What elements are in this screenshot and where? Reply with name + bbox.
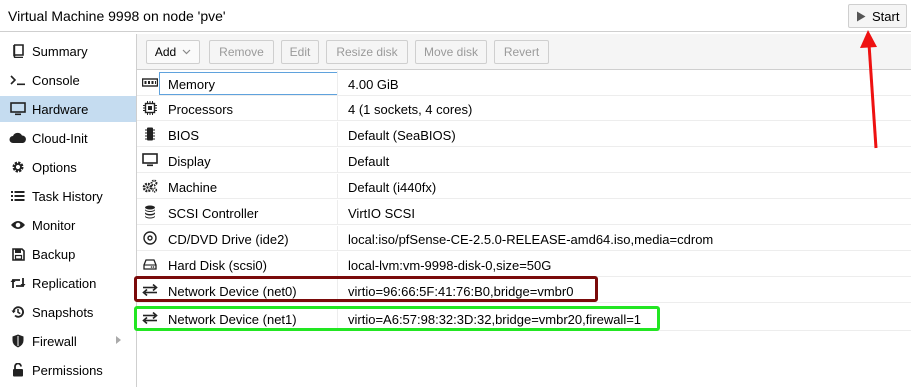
- window-title: Virtual Machine 9998 on node 'pve': [8, 8, 226, 24]
- column-divider: [337, 96, 338, 120]
- column-divider: [337, 148, 338, 172]
- remove-button[interactable]: Remove: [209, 40, 274, 64]
- sidebar-item-hardware[interactable]: Hardware: [0, 96, 136, 122]
- hardware-row-cd-dvd-drive[interactable]: CD/DVD Drive (ide2) local:iso/pfSense-CE…: [137, 226, 911, 251]
- cpu-icon: [141, 100, 159, 116]
- cogs-icon: [141, 178, 159, 194]
- database-icon: [141, 204, 159, 220]
- hardware-row-processors[interactable]: Processors 4 (1 sockets, 4 cores): [137, 96, 911, 121]
- start-button-label: Start: [872, 8, 900, 24]
- sidebar-item-label: Hardware: [32, 101, 89, 117]
- sidebar-item-label: Monitor: [32, 217, 76, 233]
- sidebar-item-label: Backup: [32, 246, 76, 262]
- column-divider: [337, 252, 338, 276]
- column-divider: [337, 122, 338, 146]
- sidebar-item-label: Snapshots: [32, 304, 94, 320]
- hardware-row-memory[interactable]: Memory 4.00 GiB: [137, 71, 911, 96]
- shield-icon: [9, 333, 27, 349]
- sidebar-item-firewall[interactable]: Firewall: [0, 328, 136, 354]
- sidebar: Summary Console Hardware Cloud-Init Opti…: [0, 34, 137, 387]
- hardware-value: Default (SeaBIOS): [348, 128, 456, 143]
- book-icon: [9, 43, 27, 59]
- microchip-icon: [141, 126, 159, 142]
- move-disk-button[interactable]: Move disk: [415, 40, 487, 64]
- column-divider: [337, 200, 338, 224]
- revert-button-label: Revert: [503, 45, 540, 59]
- hardware-name: Machine: [168, 180, 218, 195]
- hardware-value: 4 (1 sockets, 4 cores): [348, 102, 473, 117]
- sidebar-item-label: Options: [32, 159, 77, 175]
- hardware-name: Hard Disk (scsi0): [168, 258, 267, 273]
- hardware-value: VirtIO SCSI: [348, 206, 415, 221]
- add-button[interactable]: Add: [146, 40, 200, 64]
- hardware-value: local-lvm:vm-9998-disk-0,size=50G: [348, 258, 552, 273]
- gear-icon: [9, 159, 27, 175]
- sidebar-item-label: Permissions: [32, 362, 103, 378]
- play-icon: [856, 11, 866, 22]
- sidebar-item-label: Replication: [32, 275, 97, 291]
- sidebar-item-permissions[interactable]: Permissions: [0, 357, 136, 383]
- eye-icon: [9, 217, 27, 233]
- hardware-value: Default (i440fx): [348, 180, 437, 195]
- sidebar-item-console[interactable]: Console: [0, 67, 136, 93]
- column-divider: [337, 226, 338, 250]
- terminal-icon: [9, 72, 27, 88]
- monitor-icon: [9, 101, 27, 117]
- hardware-name: CD/DVD Drive (ide2): [168, 232, 289, 247]
- sidebar-item-cloud-init[interactable]: Cloud-Init: [0, 125, 136, 151]
- hardware-name: Display: [168, 154, 211, 169]
- resize-disk-button-label: Resize disk: [336, 45, 398, 59]
- desktop-icon: [141, 152, 159, 168]
- move-disk-button-label: Move disk: [423, 45, 479, 59]
- column-divider: [337, 174, 338, 198]
- hardware-toolbar: Add Remove Edit Resize disk Move disk Re…: [137, 34, 911, 70]
- unlock-icon: [9, 362, 27, 378]
- cloud-icon: [9, 130, 27, 146]
- add-button-label: Add: [154, 45, 177, 59]
- hardware-row-scsi-controller[interactable]: SCSI Controller VirtIO SCSI: [137, 200, 911, 225]
- sidebar-item-backup[interactable]: Backup: [0, 241, 136, 267]
- sidebar-item-task-history[interactable]: Task History: [0, 183, 136, 209]
- hardware-name: Processors: [168, 102, 234, 117]
- sidebar-item-label: Firewall: [32, 333, 77, 349]
- hdd-icon: [141, 256, 159, 272]
- hardware-name: BIOS: [168, 128, 200, 143]
- sidebar-item-label: Summary: [32, 43, 88, 59]
- memory-icon: [141, 75, 159, 91]
- chevron-down-icon: [182, 49, 191, 55]
- edit-button[interactable]: Edit: [281, 40, 319, 64]
- sidebar-item-label: Cloud-Init: [32, 130, 88, 146]
- history-icon: [9, 304, 27, 320]
- column-divider: [337, 71, 338, 95]
- revert-button[interactable]: Revert: [494, 40, 549, 64]
- highlight-box-net1: [134, 306, 660, 331]
- list-icon: [9, 188, 27, 204]
- hardware-row-display[interactable]: Display Default: [137, 148, 911, 173]
- resize-disk-button[interactable]: Resize disk: [326, 40, 408, 64]
- sidebar-item-options[interactable]: Options: [0, 154, 136, 180]
- cdrom-icon: [141, 230, 159, 246]
- hardware-row-hard-disk[interactable]: Hard Disk (scsi0) local-lvm:vm-9998-disk…: [137, 252, 911, 277]
- hardware-name: SCSI Controller: [168, 206, 259, 221]
- sidebar-item-snapshots[interactable]: Snapshots: [0, 299, 136, 325]
- start-button[interactable]: Start: [848, 4, 907, 28]
- window-titlebar: Virtual Machine 9998 on node 'pve' Start: [0, 0, 911, 32]
- hardware-value: local:iso/pfSense-CE-2.5.0-RELEASE-amd64…: [348, 232, 714, 247]
- remove-button-label: Remove: [219, 45, 264, 59]
- retweet-icon: [9, 275, 27, 291]
- sidebar-item-replication[interactable]: Replication: [0, 270, 136, 296]
- hardware-value: 4.00 GiB: [348, 77, 399, 92]
- edit-button-label: Edit: [289, 45, 311, 59]
- hardware-value: Default: [348, 154, 390, 169]
- expand-arrow-icon[interactable]: [116, 336, 121, 344]
- sidebar-item-summary[interactable]: Summary: [0, 38, 136, 64]
- hardware-name: Memory: [168, 77, 215, 92]
- sidebar-item-label: Console: [32, 72, 80, 88]
- hardware-row-machine[interactable]: Machine Default (i440fx): [137, 174, 911, 199]
- sidebar-item-label: Task History: [32, 188, 103, 204]
- floppy-icon: [9, 246, 27, 262]
- hardware-row-bios[interactable]: BIOS Default (SeaBIOS): [137, 122, 911, 147]
- sidebar-item-monitor[interactable]: Monitor: [0, 212, 136, 238]
- highlight-box-net0: [134, 276, 598, 302]
